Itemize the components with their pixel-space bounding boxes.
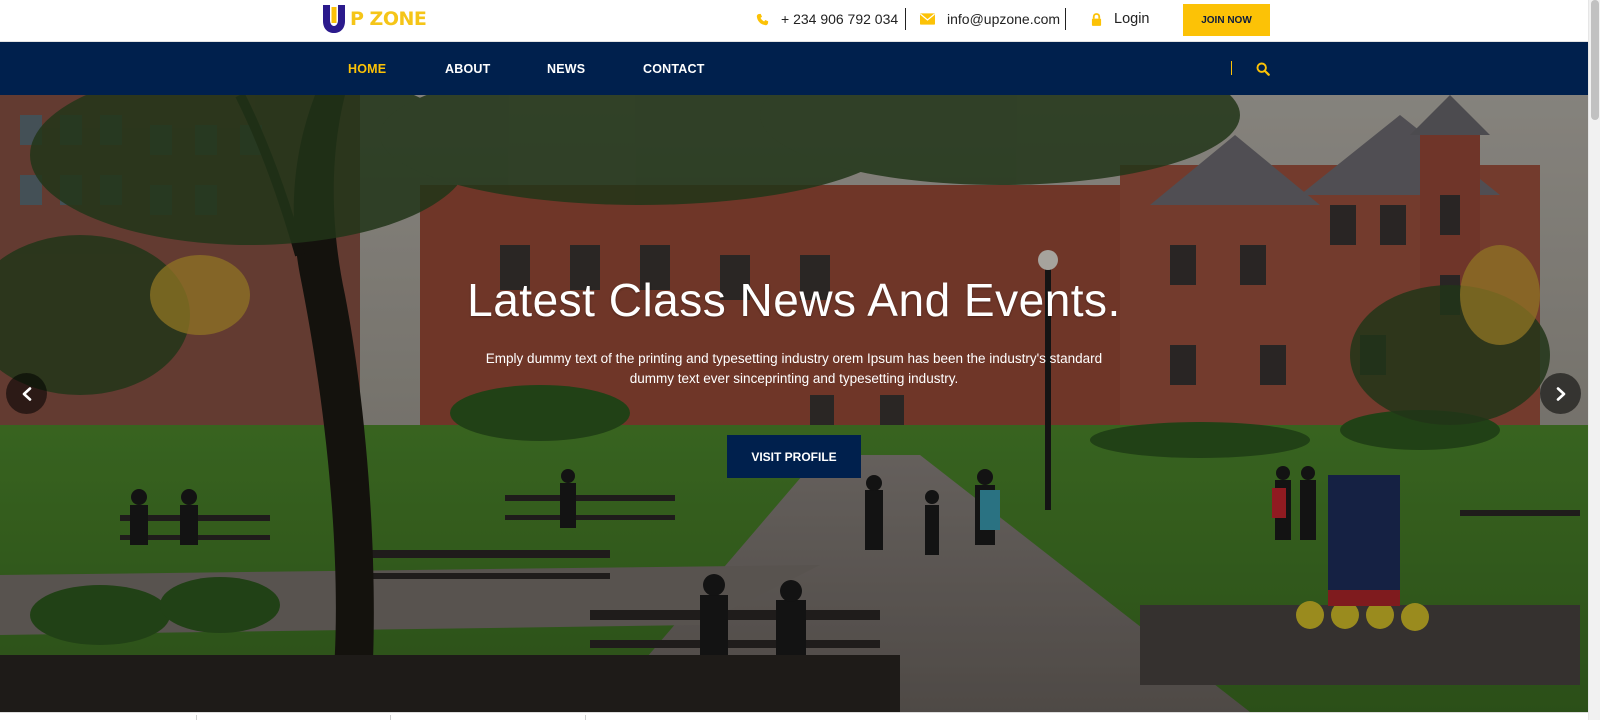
slider-next-button[interactable] — [1540, 373, 1581, 414]
section-divider — [585, 715, 586, 720]
chevron-right-icon — [1556, 386, 1565, 401]
hero-title: Latest Class News And Events. — [467, 274, 1121, 326]
nav-item-news[interactable]: NEWS — [547, 42, 585, 95]
logo-text: P ZONE — [350, 8, 427, 30]
search-button[interactable] — [1253, 59, 1273, 79]
join-now-button[interactable]: JOIN NOW — [1183, 4, 1270, 36]
phone-number: + 234 906 792 034 — [781, 11, 899, 27]
bottom-section-edge — [0, 712, 1588, 720]
envelope-icon — [920, 13, 935, 25]
nav-item-about[interactable]: ABOUT — [445, 42, 490, 95]
login-link[interactable]: Login — [1091, 0, 1149, 38]
site-logo[interactable]: P ZONE — [320, 4, 427, 34]
phone-icon — [756, 13, 769, 25]
login-label: Login — [1114, 11, 1150, 27]
email-address: info@upzone.com — [947, 11, 1061, 27]
chevron-left-icon — [22, 386, 31, 401]
page-scrollbar[interactable] — [1588, 0, 1600, 720]
top-bar: P ZONE + 234 906 792 034 info@upzone.com… — [0, 0, 1588, 42]
slider-prev-button[interactable] — [6, 373, 47, 414]
email-link[interactable]: info@upzone.com — [920, 0, 1060, 38]
section-divider — [390, 715, 391, 720]
visit-profile-button[interactable]: VISIT PROFILE — [727, 435, 861, 478]
hero-overlay — [0, 95, 1588, 712]
logo-u-mark — [320, 4, 348, 34]
topbar-divider — [905, 8, 906, 30]
topbar-divider — [1065, 8, 1066, 30]
nav-divider — [1231, 61, 1232, 75]
lock-icon — [1091, 12, 1102, 26]
section-divider — [196, 715, 197, 720]
scrollbar-thumb[interactable] — [1591, 0, 1599, 120]
search-icon — [1256, 62, 1270, 76]
nav-item-contact[interactable]: CONTACT — [643, 42, 705, 95]
main-navigation: HOME ABOUT NEWS CONTACT — [0, 42, 1588, 95]
nav-item-home[interactable]: HOME — [348, 42, 386, 95]
phone-link[interactable]: + 234 906 792 034 — [756, 0, 898, 38]
hero-description: Emply dummy text of the printing and typ… — [485, 351, 1103, 386]
hero-slider: Latest Class News And Events. Emply dumm… — [0, 95, 1588, 712]
